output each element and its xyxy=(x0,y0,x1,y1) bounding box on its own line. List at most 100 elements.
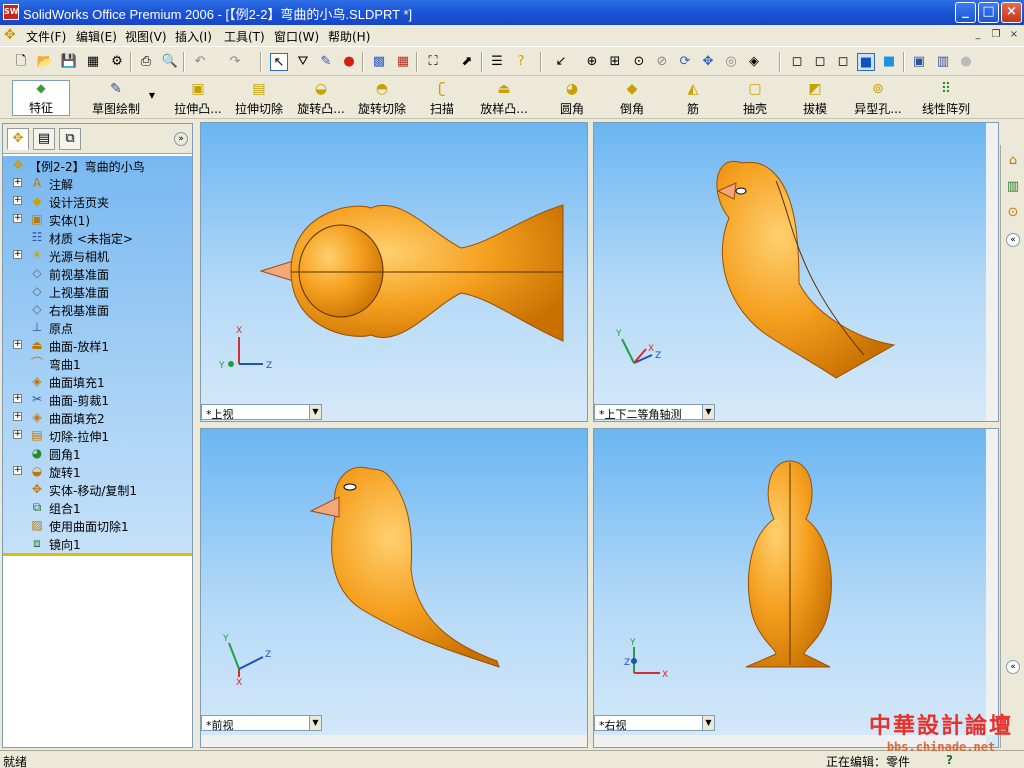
file-explorer-icon[interactable]: ⊙ xyxy=(1004,203,1022,223)
chevron-down-icon[interactable]: ▼ xyxy=(702,405,714,419)
previous-view-icon[interactable]: ↙ xyxy=(552,53,570,71)
loft-boss-button[interactable]: ⏏ 放样凸... xyxy=(476,80,532,116)
tree-item[interactable]: ◇ 前视基准面 xyxy=(3,264,192,282)
expand-plus-icon[interactable]: + xyxy=(13,196,22,205)
tree-item[interactable]: + ☀ 光源与相机 xyxy=(3,246,192,264)
tree-item[interactable]: + ◆ 设计活页夹 xyxy=(3,192,192,210)
maximize-button[interactable]: □ xyxy=(978,2,999,23)
configuration-manager-tab-icon[interactable]: ⧉ xyxy=(59,128,81,150)
make-drawing-icon[interactable]: ▦ xyxy=(84,53,102,71)
extruded-boss-button[interactable]: ▣ 拉伸凸... xyxy=(170,80,226,116)
chevron-down-icon[interactable]: ▼ xyxy=(702,716,714,730)
sweep-button[interactable]: ʗ 扫描 xyxy=(420,80,464,116)
chevron-down-icon[interactable]: ▼ xyxy=(309,405,321,419)
sketch-tab-button[interactable]: ✎ 草图绘制 xyxy=(88,80,144,116)
materials-icon[interactable]: ▦ xyxy=(394,53,412,71)
expand-plus-icon[interactable]: + xyxy=(13,430,22,439)
doc-minimize-button[interactable]: _ xyxy=(970,28,986,42)
collapse-pane-icon[interactable]: « xyxy=(1006,233,1020,247)
sketch-dropdown-icon[interactable]: ▼ xyxy=(147,91,157,127)
hole-wizard-button[interactable]: ⊚ 异型孔... xyxy=(850,80,906,116)
new-document-icon[interactable]: 🗋 xyxy=(12,53,30,71)
expand-pane-icon[interactable]: « xyxy=(1006,660,1020,674)
expand-plus-icon[interactable]: + xyxy=(13,394,22,403)
tree-item[interactable]: + A 注解 xyxy=(3,174,192,192)
zoom-to-selection-icon[interactable]: ⊘ xyxy=(653,53,671,71)
instant3d-icon[interactable]: ⬈ xyxy=(458,53,476,71)
rebuild-traffic-light-icon[interactable]: ● xyxy=(340,53,358,71)
shell-button[interactable]: ▢ 抽壳 xyxy=(738,80,772,116)
viewport-trimetric[interactable]: Y Z X *上下二等角轴测 ▼ xyxy=(593,122,999,422)
menu-tools[interactable]: 工具(T) xyxy=(224,28,265,45)
viewport-front[interactable]: Y Z X *前视 ▼ xyxy=(200,428,588,748)
realview-icon[interactable]: ● xyxy=(957,53,975,71)
tree-item[interactable]: + ▤ 切除-拉伸1 xyxy=(3,426,192,444)
rebuild-sketch-icon[interactable]: ✎ xyxy=(317,53,335,71)
vertical-scrollbar[interactable] xyxy=(986,429,998,735)
rib-button[interactable]: ◭ 筋 xyxy=(676,80,710,116)
tree-item[interactable]: + ◒ 旋转1 xyxy=(3,462,192,480)
zoom-to-area-icon[interactable]: ⊞ xyxy=(606,53,624,71)
open-folder-icon[interactable]: 📂 xyxy=(36,53,54,71)
zoom-to-fit-icon[interactable]: ⊕ xyxy=(583,53,601,71)
design-library-icon[interactable]: ▥ xyxy=(1004,177,1022,197)
print-icon[interactable]: ⎙ xyxy=(137,53,155,71)
solidworks-menu-icon[interactable]: ✥ xyxy=(4,27,22,43)
tree-item[interactable]: ⊥ 原点 xyxy=(3,318,192,336)
features-tab-button[interactable]: ◆ 特征 xyxy=(12,80,70,116)
revolved-boss-button[interactable]: ◒ 旋转凸... xyxy=(293,80,349,116)
tree-item[interactable]: ⧉ 组合1 xyxy=(3,498,192,516)
tree-item[interactable]: + ✂ 曲面-剪裁1 xyxy=(3,390,192,408)
shadows-icon[interactable]: ▣ xyxy=(910,53,928,71)
menu-insert[interactable]: 插入(I) xyxy=(175,28,212,45)
tree-item[interactable]: ◇ 上视基准面 xyxy=(3,282,192,300)
menu-view[interactable]: 视图(V) xyxy=(125,28,167,45)
tree-item[interactable]: ◇ 右视基准面 xyxy=(3,300,192,318)
chamfer-button[interactable]: ◆ 倒角 xyxy=(612,80,652,116)
tree-root-part[interactable]: ✥ 【例2-2】弯曲的小鸟 xyxy=(3,156,192,174)
expand-plus-icon[interactable]: + xyxy=(13,214,22,223)
rotate-view-icon[interactable]: ⟳ xyxy=(676,53,694,71)
extruded-cut-button[interactable]: ▤ 拉伸切除 xyxy=(231,80,287,116)
tree-item[interactable]: + ▣ 实体(1) xyxy=(3,210,192,228)
menu-edit[interactable]: 编辑(E) xyxy=(76,28,117,45)
vertical-scrollbar[interactable] xyxy=(986,123,998,421)
select-pointer-icon[interactable]: ↖ xyxy=(270,53,288,71)
roll-view-icon[interactable]: ◎ xyxy=(722,53,740,71)
expand-plus-icon[interactable]: + xyxy=(13,466,22,475)
hidden-lines-visible-icon[interactable]: ◻ xyxy=(811,53,829,71)
shaded-with-edges-icon[interactable]: ■ xyxy=(857,53,875,71)
properties-icon[interactable]: ☰ xyxy=(488,53,506,71)
zoom-in-out-icon[interactable]: ⊙ xyxy=(630,53,648,71)
view-orientation-dropdown[interactable]: *上视 ▼ xyxy=(201,404,322,421)
tree-item[interactable]: ⧈ 镜向1 xyxy=(3,534,192,552)
rollback-bar[interactable] xyxy=(3,553,192,556)
expand-plus-icon[interactable]: + xyxy=(13,412,22,421)
hide-show-items-icon[interactable]: ⛶ xyxy=(424,53,442,71)
menu-window[interactable]: 窗口(W) xyxy=(274,28,319,45)
tree-item[interactable]: ☷ 材质 <未指定> xyxy=(3,228,192,246)
menu-file[interactable]: 文件(F) xyxy=(26,28,66,45)
redo-icon[interactable]: ↷ xyxy=(226,53,244,71)
tree-item[interactable]: ✥ 实体-移动/复制1 xyxy=(3,480,192,498)
view-orientation-dropdown[interactable]: *上下二等角轴测 ▼ xyxy=(594,404,715,421)
view-orientation-dropdown[interactable]: *右视 ▼ xyxy=(594,715,715,732)
pan-icon[interactable]: ✥ xyxy=(699,53,717,71)
home-icon[interactable]: ⌂ xyxy=(1004,151,1022,171)
draft-button[interactable]: ◩ 拔模 xyxy=(798,80,832,116)
tree-item[interactable]: + ◈ 曲面填充2 xyxy=(3,408,192,426)
viewport-right[interactable]: Y X Z *右视 ▼ xyxy=(593,428,999,748)
chevron-down-icon[interactable]: ▼ xyxy=(309,716,321,730)
tree-item[interactable]: ⌒ 弯曲1 xyxy=(3,354,192,372)
expand-plus-icon[interactable]: + xyxy=(13,250,22,259)
viewport-top[interactable]: X Z Y *上视 ▼ xyxy=(200,122,588,422)
help-icon[interactable]: ? xyxy=(512,53,530,71)
fillet-button[interactable]: ◕ 圆角 xyxy=(552,80,592,116)
undo-icon[interactable]: ↶ xyxy=(191,53,209,71)
doc-close-button[interactable]: × xyxy=(1006,28,1022,42)
section-view-icon[interactable]: ▥ xyxy=(934,53,952,71)
property-manager-tab-icon[interactable]: ▤ xyxy=(33,128,55,150)
wireframe-icon[interactable]: ◻ xyxy=(788,53,806,71)
doc-restore-button[interactable]: ❐ xyxy=(988,28,1004,42)
feature-manager-tab-icon[interactable]: ✥ xyxy=(7,128,29,150)
